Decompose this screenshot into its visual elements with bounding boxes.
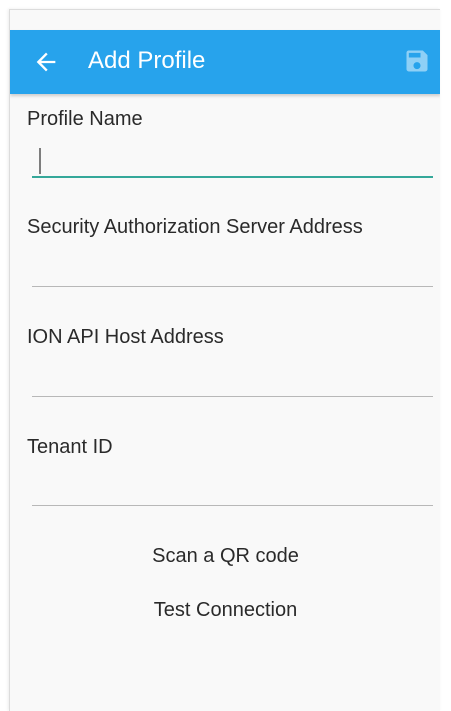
scan-qr-button[interactable]: Scan a QR code <box>10 543 440 569</box>
tenant-id-underline <box>32 505 433 506</box>
security-server-underline <box>32 286 433 287</box>
test-connection-button[interactable]: Test Connection <box>10 597 440 623</box>
profile-name-underline <box>32 176 433 178</box>
arrow-back-icon <box>36 52 56 72</box>
save-floppy-icon <box>406 50 428 72</box>
ion-api-underline <box>32 396 433 397</box>
ion-api-input[interactable] <box>32 363 433 395</box>
page-title: Add Profile <box>88 47 206 74</box>
tenant-id-input[interactable] <box>32 472 433 504</box>
profile-name-input[interactable] <box>32 144 433 176</box>
profile-name-label: Profile Name <box>27 108 143 130</box>
app-bar: Add Profile <box>10 30 440 94</box>
security-server-input[interactable] <box>32 253 433 285</box>
back-button[interactable] <box>32 48 60 76</box>
ion-api-label: ION API Host Address <box>27 326 224 348</box>
text-cursor <box>39 148 41 174</box>
save-button[interactable] <box>403 47 431 75</box>
security-server-label: Security Authorization Server Address <box>27 216 363 238</box>
add-profile-screen: Add Profile Profile Name Security Author… <box>9 9 440 711</box>
tenant-id-label: Tenant ID <box>27 436 113 458</box>
